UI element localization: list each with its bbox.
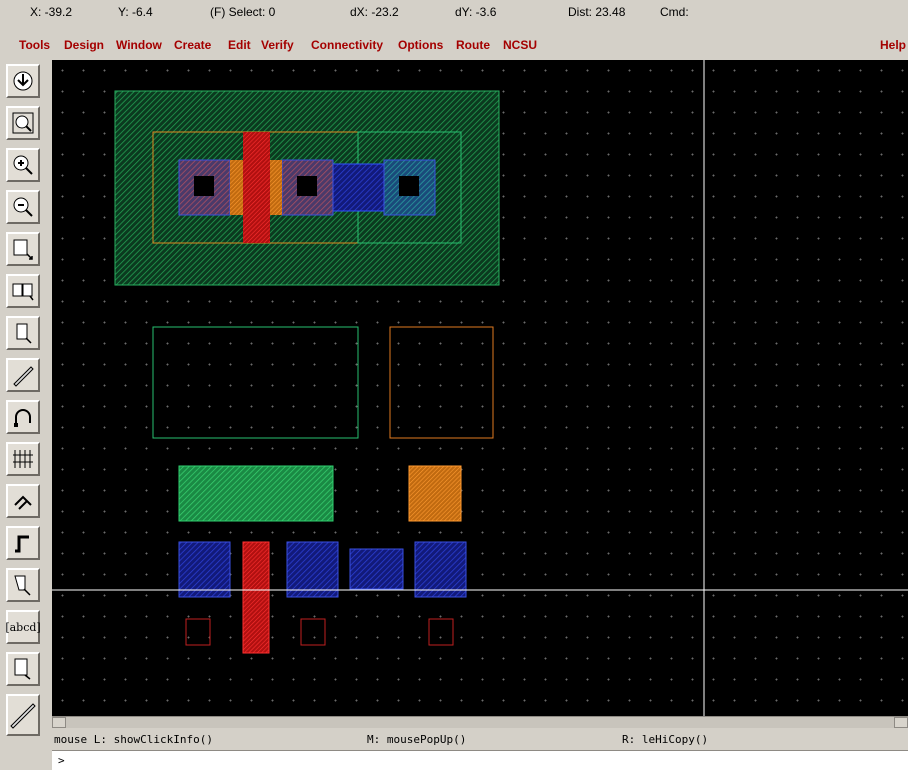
command-line[interactable]: > [52, 750, 908, 770]
ruler-pen-icon [13, 366, 34, 387]
zoom-in-icon [13, 155, 33, 175]
label-icon: [abcd] [5, 620, 41, 634]
horizontal-scrollbar[interactable] [52, 716, 908, 728]
select-count: (F) Select: 0 [210, 5, 276, 19]
ruler-button[interactable] [6, 694, 40, 736]
poly-rect[interactable] [242, 541, 270, 654]
contact-outline-1[interactable] [185, 618, 211, 646]
scroll-left-button[interactable] [52, 717, 66, 728]
contact-outline-3[interactable] [428, 618, 454, 646]
layout-canvas[interactable] [52, 60, 908, 716]
nselect-rect[interactable] [152, 326, 359, 439]
pselect-rect[interactable] [389, 326, 494, 439]
zoom-in-button[interactable] [6, 148, 40, 182]
command-readout: Cmd: [660, 5, 689, 19]
scroll-right-button[interactable] [894, 717, 908, 728]
menu-verify[interactable]: Verify [261, 38, 294, 52]
metal1-rect-1[interactable] [178, 541, 231, 598]
undo-button[interactable] [6, 400, 40, 434]
menu-connectivity[interactable]: Connectivity [311, 38, 383, 52]
metal1-strap[interactable] [349, 548, 404, 590]
mouse-middle-binding: M: mousePopUp() [367, 733, 467, 746]
stretch-icon [13, 239, 33, 260]
save-icon [13, 71, 33, 91]
menu-edit[interactable]: Edit [228, 38, 251, 52]
metal1-rect-3[interactable] [414, 541, 467, 598]
zoom-out-button[interactable] [6, 190, 40, 224]
mouse-bindings-bar: mouse L: showClickInfo() M: mousePopUp()… [52, 728, 908, 750]
path-button[interactable] [6, 526, 40, 560]
path-icon [15, 535, 29, 553]
distance-readout: Dist: 23.48 [568, 5, 626, 19]
menu-bar: Tools Design Window Create Edit Verify C… [0, 24, 908, 60]
menu-tools[interactable]: Tools [19, 38, 50, 52]
zoom-fit-button[interactable] [6, 106, 40, 140]
stretch-button[interactable] [6, 232, 40, 266]
undo-icon [14, 409, 31, 427]
menu-ncsu[interactable]: NCSU [503, 38, 537, 52]
properties-grid-button[interactable] [6, 442, 40, 476]
pactive-rect[interactable] [408, 465, 462, 522]
rectangle-icon [14, 658, 31, 680]
zoom-out-icon [13, 197, 33, 217]
transistor-cell[interactable] [114, 90, 500, 286]
menu-create[interactable]: Create [174, 38, 211, 52]
menu-window[interactable]: Window [116, 38, 162, 52]
menu-options[interactable]: Options [398, 38, 443, 52]
metal1-rect-2[interactable] [286, 541, 339, 598]
copy-icon [12, 283, 34, 301]
instance-icon [14, 495, 32, 510]
mouse-left-binding: mouse L: showClickInfo() [54, 733, 213, 746]
select-icon [14, 575, 31, 596]
contact-cut-3[interactable] [399, 176, 419, 196]
metal-strap[interactable] [332, 163, 388, 212]
status-bar: X: -39.2 Y: -6.4 (F) Select: 0 dX: -23.2… [0, 0, 908, 25]
contact-cut-2[interactable] [297, 176, 317, 196]
move-button[interactable] [6, 316, 40, 350]
y-coordinate: Y: -6.4 [118, 5, 153, 19]
save-button[interactable] [6, 64, 40, 98]
menu-help[interactable]: Help [880, 38, 906, 52]
mouse-right-binding: R: leHiCopy() [622, 733, 709, 746]
instance-button[interactable] [6, 484, 40, 518]
properties-grid-icon [13, 450, 33, 468]
menu-design[interactable]: Design [64, 38, 104, 52]
menu-route[interactable]: Route [456, 38, 490, 52]
pen-button[interactable] [6, 358, 40, 392]
command-prompt: > [58, 754, 65, 767]
layout-drawing [52, 60, 908, 716]
dx-readout: dX: -23.2 [350, 5, 399, 19]
contact-cut-1[interactable] [194, 176, 214, 196]
move-icon [16, 323, 32, 344]
copy-button[interactable] [6, 274, 40, 308]
zoom-fit-icon [12, 112, 34, 134]
ruler-icon [10, 703, 36, 729]
dy-readout: dY: -3.6 [455, 5, 497, 19]
active-rect[interactable] [178, 465, 334, 522]
poly-gate[interactable] [243, 132, 270, 243]
contact-outline-2[interactable] [300, 618, 326, 646]
label-button[interactable]: [abcd] [5, 610, 41, 644]
x-coordinate: X: -39.2 [30, 5, 73, 19]
tool-palette: [abcd] [0, 60, 52, 770]
rectangle-button[interactable] [6, 652, 40, 686]
select-button[interactable] [6, 568, 40, 602]
